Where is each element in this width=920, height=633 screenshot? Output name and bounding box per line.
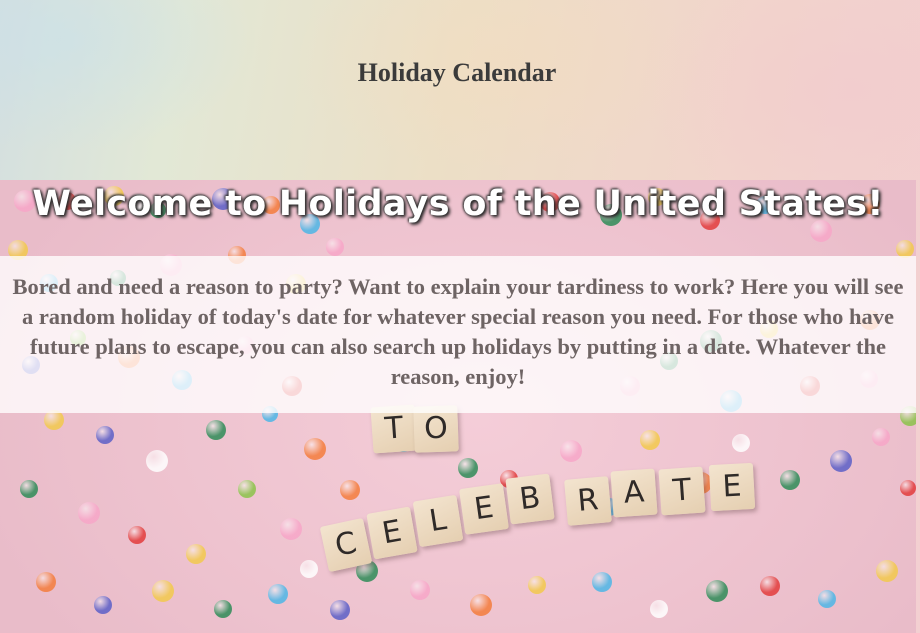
confetti-dot <box>340 480 360 500</box>
confetti-dot <box>214 600 232 618</box>
confetti-dot <box>330 600 350 620</box>
confetti-dot <box>304 438 326 460</box>
letter-tile: E <box>366 506 418 560</box>
confetti-dot <box>458 458 478 478</box>
header-background <box>0 0 920 180</box>
confetti-dot <box>280 518 302 540</box>
confetti-dot <box>152 580 174 602</box>
confetti-dot <box>470 594 492 616</box>
letter-tile: L <box>412 494 464 548</box>
confetti-dot <box>268 584 288 604</box>
confetti-dot <box>326 238 344 256</box>
confetti-dot <box>94 596 112 614</box>
letter-tile: E <box>459 483 509 535</box>
confetti-dot <box>732 434 750 452</box>
confetti-dot <box>96 426 114 444</box>
confetti-dot <box>592 572 612 592</box>
confetti-dot <box>830 450 852 472</box>
letter-tile: A <box>610 468 658 518</box>
confetti-dot <box>650 600 668 618</box>
letter-tile: T <box>658 466 706 516</box>
confetti-dot <box>780 470 800 490</box>
confetti-dot <box>206 420 226 440</box>
confetti-dot <box>640 430 660 450</box>
confetti-dot <box>876 560 898 582</box>
letter-tile: R <box>564 476 612 526</box>
letter-tile: E <box>708 462 756 512</box>
confetti-dot <box>146 450 168 472</box>
confetti-dot <box>818 590 836 608</box>
confetti-dot <box>528 576 546 594</box>
confetti-dot <box>36 572 56 592</box>
hero-heading: Welcome to Holidays of the United States… <box>32 184 884 224</box>
page-title: Holiday Calendar <box>357 58 557 87</box>
letter-tile: B <box>505 473 555 525</box>
confetti-dot <box>300 560 318 578</box>
confetti-dot <box>900 480 916 496</box>
confetti-dot <box>706 580 728 602</box>
confetti-dot <box>410 580 430 600</box>
letter-tile: C <box>319 517 373 573</box>
confetti-dot <box>560 440 582 462</box>
confetti-dot <box>78 502 100 524</box>
intro-text: Bored and need a reason to party? Want t… <box>12 274 904 389</box>
confetti-dot <box>20 480 38 498</box>
confetti-dot <box>186 544 206 564</box>
hero-banner: TOCELEBRATE Welcome to Holidays of the U… <box>0 180 916 633</box>
confetti-dot <box>128 526 146 544</box>
confetti-dot <box>872 428 890 446</box>
intro-panel: Bored and need a reason to party? Want t… <box>0 256 916 413</box>
confetti-dot <box>238 480 256 498</box>
confetti-dot <box>44 410 64 430</box>
confetti-dot <box>760 576 780 596</box>
